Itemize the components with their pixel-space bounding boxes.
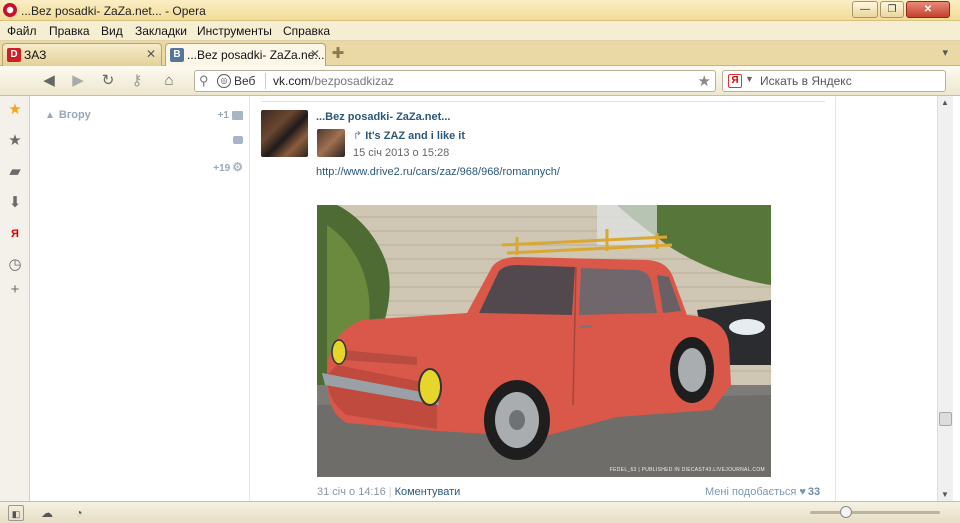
scroll-up-label: Вгору (58, 109, 91, 121)
url-path: /bezposadkizaz (311, 74, 394, 88)
globe-icon: ◎ (217, 74, 231, 88)
search-placeholder: Искать в Яндекс (760, 74, 852, 88)
key-icon[interactable]: ⚷ (127, 71, 147, 91)
bookmark-star-icon[interactable]: ★ (698, 72, 711, 90)
comments-counter[interactable] (230, 135, 243, 146)
notifications-counter[interactable]: +19 ⚙ (213, 160, 243, 174)
downloads-icon[interactable]: ⬇ (6, 194, 24, 212)
zoom-slider-knob[interactable] (840, 506, 852, 518)
photo-watermark-caption: FEDEL_63 | PUBLISHED IN DIECAST43.LIVEJO… (609, 467, 765, 473)
scroll-up-button[interactable]: ▲ Вгору (45, 109, 91, 121)
menu-edit[interactable]: Правка (49, 24, 90, 38)
search-field[interactable]: Я ▼ Искать в Яндекс (722, 70, 946, 92)
group-avatar[interactable] (261, 110, 308, 157)
post-external-link[interactable]: http://www.drive2.ru/cars/zaz/968/968/ro… (316, 166, 560, 178)
footer-separator: | (388, 486, 392, 498)
notifications-count: +19 (213, 163, 231, 174)
gear-icon: ⚙ (232, 160, 243, 174)
back-arrow-icon[interactable]: ◀ (39, 71, 59, 91)
heart-icon: ♥ (799, 486, 806, 498)
add-panel-plus-icon[interactable]: + (6, 281, 24, 299)
menu-bar: Файл Правка Вид Закладки Инструменты Спр… (0, 21, 960, 41)
minimize-button[interactable]: — (852, 1, 878, 18)
like-button[interactable]: Мені подобається ♥ 33 (705, 486, 820, 498)
new-tab-plus-icon[interactable]: ✚ (330, 46, 346, 62)
post-divider (261, 101, 825, 102)
menu-tools[interactable]: Инструменты (197, 24, 272, 38)
post-author-link[interactable]: ...Bez posadki- ZaZa.net... (316, 111, 450, 123)
speed-dial-star-icon[interactable]: ★ (6, 101, 24, 119)
post-photo[interactable]: FEDEL_63 | PUBLISHED IN DIECAST43.LIVEJO… (317, 205, 771, 477)
new-messages-counter[interactable]: +1 (218, 110, 243, 121)
scroll-down-arrow-icon[interactable]: ▼ (941, 490, 949, 499)
tab-list-chevron-down-icon[interactable]: ▾ (942, 46, 948, 59)
yandex-logo-icon[interactable]: Я (728, 74, 742, 88)
home-icon[interactable]: ⌂ (159, 71, 179, 91)
zoom-slider[interactable] (810, 506, 940, 518)
opera-panel-sidebar: ★ ★ ▰ ⬇ Я ◷ + (0, 96, 30, 501)
like-count: 33 (807, 486, 821, 498)
reload-icon[interactable]: ↻ (98, 71, 118, 91)
tab-label: ЗАЗ (24, 48, 47, 62)
tab-close-icon[interactable]: ✕ (146, 47, 156, 61)
vertical-scrollbar[interactable]: ▲ ▼ (937, 96, 953, 501)
opera-logo-icon[interactable] (3, 3, 17, 17)
repost-title: It's ZAZ and i like it (365, 130, 466, 142)
scope-label[interactable]: Веб (234, 74, 255, 88)
yandex-panel-icon[interactable]: Я (6, 225, 24, 243)
repost-arrow-icon: ↱ (353, 130, 363, 142)
web-page: ▲ Вгору +1 +19 ⚙ ...Bez posadki- ZaZa.net.… (31, 96, 937, 501)
right-column (835, 96, 937, 501)
menu-bookmarks[interactable]: Закладки (135, 24, 187, 38)
scrollbar-thumb[interactable] (939, 412, 952, 426)
post-date[interactable]: 31 січ о 14:16 (317, 486, 386, 498)
url-text[interactable]: vk.com/bezposadkizaz (273, 74, 394, 88)
navigation-toolbar: ◀ ▶ ↻ ⚷ ⌂ ⚲ ◎ Веб vk.com/bezposadkizaz ★… (0, 66, 960, 96)
post-footer: 31 січ о 14:16 | Коментувати (317, 486, 460, 498)
comment-link[interactable]: Коментувати (395, 486, 461, 498)
location-pin-icon[interactable]: ⚲ (199, 73, 209, 89)
notes-icon[interactable]: ▰ (6, 163, 24, 181)
status-bar: ◧ ☁ ◔ (0, 501, 960, 523)
address-divider (265, 73, 266, 89)
url-host: vk.com (273, 74, 312, 88)
envelope-icon (232, 110, 243, 120)
menu-view[interactable]: Вид (101, 24, 123, 38)
repost-date[interactable]: 15 січ 2013 о 15:28 (353, 147, 449, 159)
tab-label: ...Bez posadki- ZaZa.ne... (187, 48, 325, 62)
like-label: Мені подобається (705, 486, 797, 498)
menu-help[interactable]: Справка (283, 24, 330, 38)
comment-icon (233, 136, 243, 145)
menu-file[interactable]: Файл (7, 24, 37, 38)
tab-close-icon[interactable]: ✕ (310, 47, 320, 61)
scroll-up-arrow-icon[interactable]: ▲ (941, 98, 949, 107)
forward-arrow-icon[interactable]: ▶ (68, 71, 88, 91)
left-column: ▲ Вгору +1 +19 ⚙ (31, 96, 250, 501)
search-engine-dropdown-icon[interactable]: ▼ (745, 74, 754, 84)
tab-favicon-icon: D (7, 48, 21, 62)
address-bar[interactable]: ⚲ ◎ Веб vk.com/bezposadkizaz ★ (194, 70, 716, 92)
turbo-gauge-icon[interactable]: ◔ (71, 505, 87, 521)
window-title: ...Bez posadki- ZaZa.net... - Opera (21, 4, 206, 18)
repost-title-link[interactable]: ↱ It's ZAZ and i like it (353, 129, 465, 142)
history-clock-icon[interactable]: ◷ (6, 256, 24, 274)
new-messages-count: +1 (217, 110, 229, 121)
opera-unite-cloud-icon[interactable]: ☁ (39, 505, 55, 521)
maximize-button[interactable]: ❐ (880, 1, 904, 18)
panel-toggle-icon[interactable]: ◧ (8, 505, 24, 521)
tab-favicon-icon: B (170, 48, 184, 62)
tab-zaz[interactable]: D ЗАЗ ✕ (2, 43, 162, 66)
car-photo-illustration (317, 205, 771, 477)
tab-bar: D ЗАЗ ✕ B ...Bez posadki- ZaZa.ne... ✕ ✚… (0, 41, 960, 66)
close-button[interactable]: ✕ (906, 1, 950, 18)
wall-post: ...Bez posadki- ZaZa.net... ↱ It's ZAZ an… (251, 96, 835, 501)
title-bar: ...Bez posadki- ZaZa.net... - Opera — ❐ … (0, 0, 960, 21)
bookmarks-star-icon[interactable]: ★ (6, 132, 24, 150)
tab-vk-bez-posadki[interactable]: B ...Bez posadki- ZaZa.ne... ✕ (165, 43, 326, 66)
repost-avatar[interactable] (317, 129, 345, 157)
up-triangle-icon: ▲ (45, 110, 55, 121)
